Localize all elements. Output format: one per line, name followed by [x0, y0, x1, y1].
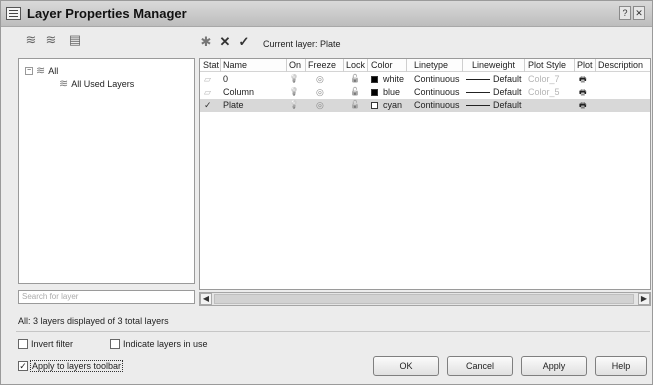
- list-header: Stat Name On Freeze Lock Color Linetype …: [200, 59, 650, 72]
- layer-name[interactable]: Plate: [223, 100, 244, 110]
- divider: [16, 331, 650, 332]
- layer-row[interactable]: ▱ 0 💡 ◎ 🔓 white Continuous Default Color…: [200, 73, 650, 86]
- apply-toolbar-checkbox[interactable]: ✓ Apply to layers toolbar: [18, 360, 124, 372]
- col-on[interactable]: On: [289, 60, 301, 70]
- collapse-icon[interactable]: −: [25, 66, 33, 75]
- layer-lineweight[interactable]: Default: [493, 87, 522, 97]
- on-icon[interactable]: 💡: [289, 100, 299, 109]
- scroll-thumb[interactable]: [214, 294, 634, 304]
- new-property-filter-icon[interactable]: ≋: [23, 32, 39, 48]
- status-text: All: 3 layers displayed of 3 total layer…: [18, 316, 169, 326]
- layer-color[interactable]: white: [383, 74, 404, 84]
- status-icon: ▱: [204, 74, 211, 84]
- layer-row-selected[interactable]: ✓ Plate 💡 ◎ 🔓 cyan Continuous Default 🖶: [200, 99, 650, 114]
- help-button[interactable]: Help: [595, 356, 647, 376]
- on-icon[interactable]: 💡: [289, 74, 299, 83]
- search-input[interactable]: Search for layer: [18, 290, 195, 304]
- new-layer-icon[interactable]: ✱: [198, 34, 214, 50]
- checkbox-box[interactable]: [110, 339, 120, 349]
- lineweight-sample: [466, 105, 490, 106]
- plot-icon[interactable]: 🖶: [579, 100, 587, 114]
- set-current-icon[interactable]: ✓: [236, 34, 252, 50]
- layer-lineweight[interactable]: Default: [493, 74, 522, 84]
- apply-toolbar-label: Apply to layers toolbar: [29, 360, 124, 372]
- freeze-icon[interactable]: ◎: [316, 87, 324, 98]
- scroll-right-icon[interactable]: ▶: [638, 293, 650, 305]
- lineweight-sample: [466, 92, 490, 93]
- status-icon: ▱: [204, 87, 211, 97]
- col-lock[interactable]: Lock: [346, 60, 365, 70]
- tree-label-used-layers: All Used Layers: [71, 78, 135, 89]
- freeze-icon[interactable]: ◎: [316, 74, 324, 85]
- ok-button[interactable]: OK: [373, 356, 439, 376]
- lineweight-sample: [466, 79, 490, 80]
- col-name[interactable]: Name: [223, 60, 247, 70]
- layer-name[interactable]: 0: [223, 74, 228, 84]
- invert-filter-checkbox[interactable]: Invert filter: [18, 339, 73, 349]
- title-bar[interactable]: Layer Properties Manager ? ✕: [1, 1, 652, 27]
- layer-color[interactable]: cyan: [383, 100, 402, 110]
- lock-icon[interactable]: 🔓: [350, 100, 360, 109]
- checkbox-box[interactable]: ✓: [18, 361, 28, 371]
- current-layer-label: Current layer: Plate: [263, 39, 341, 49]
- layer-properties-dialog: Layer Properties Manager ? ✕ ≋ ≋ ▤ ✱ ✕ ✓…: [0, 0, 653, 385]
- invert-filter-label: Invert filter: [31, 339, 74, 349]
- col-stat[interactable]: Stat: [203, 60, 219, 70]
- color-swatch[interactable]: [371, 89, 378, 96]
- window-title: Layer Properties Manager: [27, 6, 187, 21]
- layer-plot-style[interactable]: Color_7: [528, 74, 560, 84]
- current-check-icon: ✓: [204, 100, 212, 110]
- col-linetype[interactable]: Linetype: [414, 60, 448, 70]
- layer-linetype[interactable]: Continuous: [414, 74, 460, 84]
- lock-icon[interactable]: 🔓: [350, 74, 360, 83]
- lock-icon[interactable]: 🔓: [350, 87, 360, 96]
- layer-states-manager-icon[interactable]: ▤: [67, 32, 83, 48]
- layers-icon: ≋: [36, 65, 46, 77]
- cancel-button[interactable]: Cancel: [447, 356, 513, 376]
- checkbox-box[interactable]: [18, 339, 28, 349]
- color-swatch[interactable]: [371, 76, 378, 83]
- col-color[interactable]: Color: [371, 60, 393, 70]
- layer-list[interactable]: Stat Name On Freeze Lock Color Linetype …: [199, 58, 651, 290]
- layer-linetype[interactable]: Continuous: [414, 100, 460, 110]
- tree-label-all: All: [48, 65, 59, 76]
- tree-item-all[interactable]: − ≋ All: [25, 64, 58, 77]
- indicate-layers-label: Indicate layers in use: [123, 339, 208, 349]
- tree-item-used-layers[interactable]: ≋ All Used Layers: [59, 77, 134, 90]
- delete-layer-icon[interactable]: ✕: [217, 34, 233, 50]
- on-icon[interactable]: 💡: [289, 87, 299, 96]
- layer-lineweight[interactable]: Default: [493, 100, 522, 110]
- freeze-icon[interactable]: ◎: [316, 100, 324, 111]
- help-icon[interactable]: ?: [619, 6, 631, 20]
- layer-linetype[interactable]: Continuous: [414, 87, 460, 97]
- indicate-layers-checkbox[interactable]: Indicate layers in use: [110, 339, 208, 349]
- col-plot-style[interactable]: Plot Style: [528, 60, 566, 70]
- layer-name[interactable]: Column: [223, 87, 254, 97]
- scroll-left-icon[interactable]: ◀: [200, 293, 212, 305]
- apply-button[interactable]: Apply: [521, 356, 587, 376]
- new-group-filter-icon[interactable]: ≋: [43, 32, 59, 48]
- app-icon: [6, 7, 21, 20]
- layers-icon: ≋: [59, 78, 69, 90]
- col-description[interactable]: Description: [598, 60, 643, 70]
- layer-color[interactable]: blue: [383, 87, 400, 97]
- layer-plot-style[interactable]: Color_5: [528, 87, 560, 97]
- color-swatch[interactable]: [371, 102, 378, 109]
- close-icon[interactable]: ✕: [633, 6, 645, 20]
- col-lineweight[interactable]: Lineweight: [472, 60, 515, 70]
- filter-tree[interactable]: − ≋ All ≋ All Used Layers: [18, 58, 195, 284]
- col-freeze[interactable]: Freeze: [308, 60, 336, 70]
- horizontal-scrollbar[interactable]: ◀ ▶: [199, 292, 651, 306]
- col-plot[interactable]: Plot: [577, 60, 593, 70]
- layer-row[interactable]: ▱ Column 💡 ◎ 🔓 blue Continuous Default C…: [200, 86, 650, 99]
